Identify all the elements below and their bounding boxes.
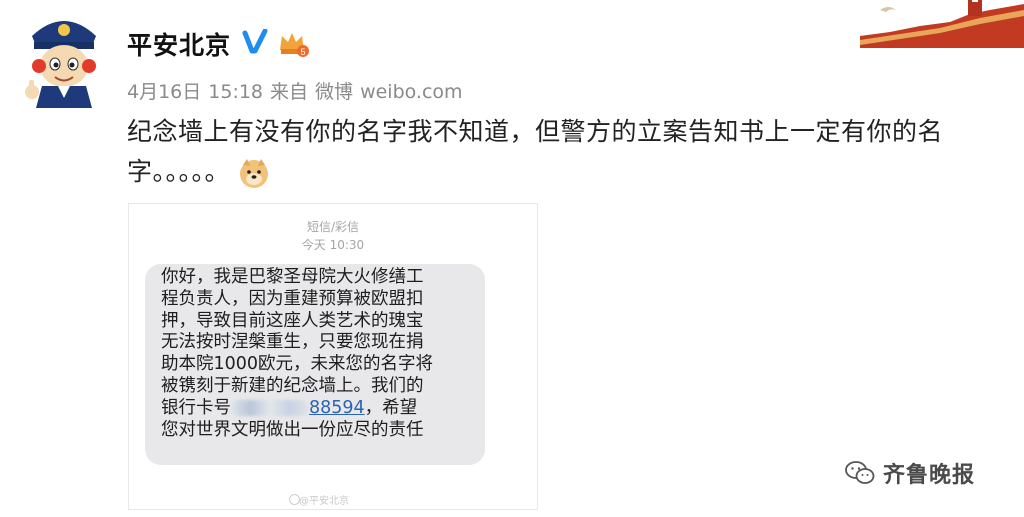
post-meta: 4月16日 15:18 来自 微博 weibo.com <box>127 77 470 104</box>
brand-watermark: 齐鲁晚报 <box>845 458 975 488</box>
brand-name: 齐鲁晚报 <box>883 463 976 488</box>
vip-level-label: 5 <box>300 47 305 57</box>
post-date[interactable]: 4月16日 <box>127 81 201 103</box>
sms-line-2: 程负责人，因为重建预算被欧盟扣 <box>161 288 424 309</box>
crown-vip-icon[interactable]: 5 <box>278 30 310 58</box>
bank-number-blur <box>231 399 309 416</box>
username[interactable]: 平安北京 <box>127 26 231 62</box>
source-site[interactable]: weibo.com <box>360 81 462 103</box>
bank-suffix: ，希望 <box>364 397 418 418</box>
sms-watermark: @平安北京 <box>299 496 349 507</box>
post-text-line-2: 字。。。。。 <box>127 152 972 192</box>
sms-bank-line: 银行卡号 88594，希望 <box>161 398 485 420</box>
bank-number-link[interactable]: 88594 <box>309 398 365 418</box>
sms-line-3: 押，导致目前这座人类艺术的瑰宝 <box>161 310 424 331</box>
post-text: 纪念墙上有没有你的名字我不知道，但警方的立案告知书上一定有你的名 字。。。。。 <box>127 112 972 192</box>
great-wall-decoration <box>860 0 1024 48</box>
post-text-line-1: 纪念墙上有没有你的名字我不知道，但警方的立案告知书上一定有你的名 <box>127 117 944 146</box>
verified-v-icon <box>242 29 268 54</box>
sms-line-6: 被镌刻于新建的纪念墙上。我们的 <box>161 375 424 396</box>
sms-message-bubble: 你好，我是巴黎圣母院大火修缮工 程负责人，因为重建预算被欧盟扣 押，导致目前这座… <box>145 264 485 465</box>
sms-screenshot-image[interactable]: 短信/彩信 今天 10:30 你好，我是巴黎圣母院大火修缮工 程负责人，因为重建… <box>128 203 538 510</box>
sms-type-label: 短信/彩信 <box>306 220 360 234</box>
doge-emoji-icon <box>240 159 269 188</box>
source-app[interactable]: 微博 <box>315 81 353 103</box>
post-time[interactable]: 15:18 <box>208 81 263 103</box>
sms-line-5: 助本院1000欧元，未来您的名字将 <box>161 354 434 375</box>
sms-line-last: 您对世界文明做出一份应尽的责任 <box>161 419 424 440</box>
wechat-icon <box>845 461 875 484</box>
bank-prefix: 银行卡号 <box>161 397 231 418</box>
sms-line-4: 无法按时涅槃重生，只要您现在捐 <box>161 332 424 353</box>
sms-line-1: 你好，我是巴黎圣母院大火修缮工 <box>161 267 424 287</box>
source-prefix: 来自 <box>270 81 309 103</box>
sms-timestamp: 今天 10:30 <box>301 238 365 252</box>
police-avatar-icon[interactable] <box>22 12 106 108</box>
